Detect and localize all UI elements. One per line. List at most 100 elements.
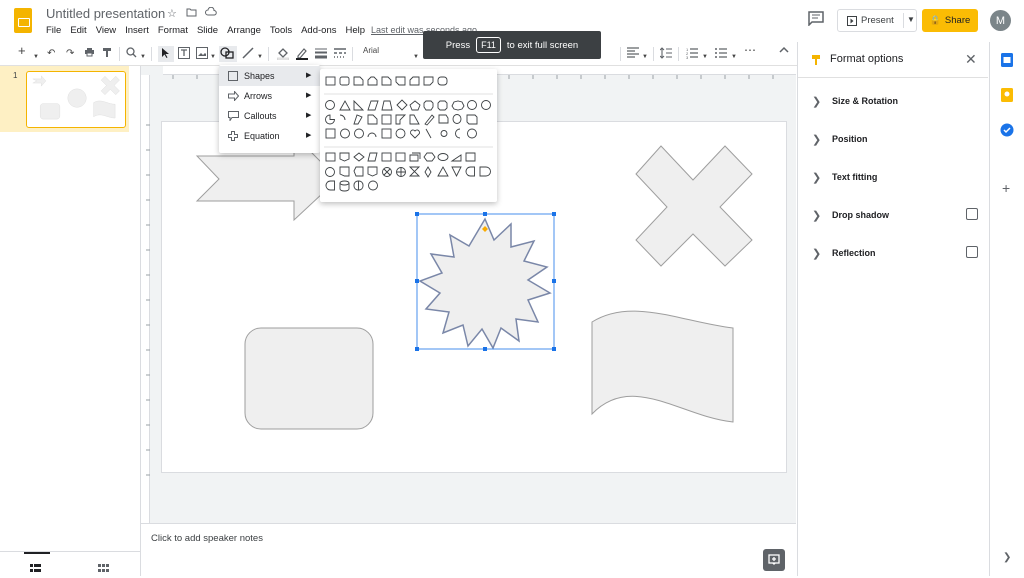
- section-drop-shadow[interactable]: ❯ Drop shadow: [798, 198, 988, 236]
- text-box-icon[interactable]: [178, 47, 190, 64]
- line-spacing-icon[interactable]: [659, 47, 672, 64]
- wave-shape[interactable]: [591, 310, 734, 423]
- menu-item-equation[interactable]: Equation ▶: [219, 126, 320, 146]
- present-button[interactable]: Present ▼: [837, 9, 917, 32]
- menu-view[interactable]: View: [96, 25, 116, 39]
- cloud-status-icon[interactable]: [205, 6, 217, 19]
- fill-color-icon[interactable]: [276, 47, 290, 65]
- new-slide-dropdown-icon[interactable]: ▼: [33, 50, 39, 64]
- slide-filmstrip: 1: [0, 66, 141, 576]
- flowchart-shapes-row-2[interactable]: [325, 166, 491, 178]
- explore-icon: [768, 554, 780, 565]
- share-button[interactable]: 🔒 Share: [922, 9, 978, 32]
- paint-format-icon[interactable]: [102, 47, 112, 63]
- speaker-notes-placeholder[interactable]: Click to add speaker notes: [151, 533, 263, 544]
- rounded-rectangle-shape[interactable]: [244, 327, 374, 430]
- comments-icon[interactable]: [808, 11, 826, 27]
- menu-edit[interactable]: Edit: [70, 25, 86, 39]
- border-color-icon[interactable]: [296, 47, 308, 65]
- border-dash-icon[interactable]: [334, 47, 346, 64]
- bulleted-list-dropdown-icon[interactable]: ▼: [731, 50, 737, 64]
- more-icon[interactable]: ⋯: [744, 43, 756, 57]
- basic-shapes-row-3[interactable]: [325, 128, 477, 139]
- menu-arrange[interactable]: Arrange: [227, 25, 261, 39]
- select-tool-icon[interactable]: [158, 46, 174, 62]
- flowchart-shapes-row-3[interactable]: [325, 180, 378, 192]
- collapse-toolbar-icon[interactable]: [779, 46, 789, 57]
- expand-panel-icon[interactable]: ❯: [1003, 552, 1011, 563]
- close-icon[interactable]: ✕: [965, 51, 977, 68]
- star-shape[interactable]: [418, 217, 552, 350]
- avatar[interactable]: M: [990, 10, 1011, 31]
- zoom-icon[interactable]: [126, 47, 137, 63]
- menu-item-callouts[interactable]: Callouts ▶: [219, 106, 320, 126]
- menu-slide[interactable]: Slide: [197, 25, 218, 39]
- menu-item-label: Equation: [244, 131, 280, 141]
- slides-logo-icon[interactable]: [14, 8, 32, 33]
- tasks-icon[interactable]: [1000, 123, 1014, 142]
- format-options-panel: Format options ✕ ❯ Size & Rotation ❯ Pos…: [797, 42, 988, 576]
- section-reflection[interactable]: ❯ Reflection: [798, 236, 988, 274]
- grid-view-icon[interactable]: [98, 560, 109, 578]
- section-text-fitting[interactable]: ❯ Text fitting: [798, 160, 988, 198]
- drop-shadow-checkbox[interactable]: [966, 208, 978, 220]
- menu-item-shapes[interactable]: Shapes ▶: [219, 66, 320, 86]
- keep-icon[interactable]: [1001, 88, 1013, 107]
- format-panel-title: Format options: [830, 53, 904, 65]
- vertical-ruler[interactable]: [141, 75, 150, 523]
- menu-item-label: Arrows: [244, 91, 273, 101]
- present-dropdown-icon[interactable]: ▼: [907, 15, 915, 24]
- plus-icon: [228, 131, 239, 141]
- align-dropdown-icon[interactable]: ▼: [642, 50, 648, 64]
- image-icon[interactable]: [196, 47, 208, 64]
- explore-button[interactable]: [763, 549, 785, 571]
- chevron-right-icon: ❯: [812, 96, 822, 108]
- rectangle-shapes-row[interactable]: [325, 76, 448, 86]
- menu-help[interactable]: Help: [345, 25, 365, 39]
- star-icon[interactable]: ☆: [167, 7, 177, 20]
- slide-thumbnail[interactable]: [26, 71, 126, 128]
- menu-insert[interactable]: Insert: [125, 25, 149, 39]
- image-dropdown-icon[interactable]: ▼: [210, 50, 216, 64]
- font-dropdown-icon[interactable]: ▼: [413, 50, 419, 64]
- menu-format[interactable]: Format: [158, 25, 188, 39]
- zoom-dropdown-icon[interactable]: ▼: [140, 50, 146, 64]
- align-icon[interactable]: [627, 47, 639, 63]
- numbered-list-icon[interactable]: 123: [686, 47, 698, 64]
- reflection-checkbox[interactable]: [966, 246, 978, 258]
- new-slide-icon[interactable]: +: [18, 44, 26, 58]
- menu-addons[interactable]: Add-ons: [301, 25, 336, 39]
- add-addon-icon[interactable]: +: [1002, 180, 1010, 196]
- shapes-submenu: [320, 69, 497, 202]
- format-panel-header: Format options ✕: [798, 42, 988, 78]
- sheets-icon[interactable]: [1001, 53, 1013, 72]
- shape-tool-icon[interactable]: [219, 46, 237, 62]
- menu-file[interactable]: File: [46, 25, 61, 39]
- undo-icon[interactable]: ↶: [47, 47, 55, 61]
- arrow-icon: [228, 90, 240, 102]
- cross-shape[interactable]: [635, 145, 753, 267]
- basic-shapes-row-2[interactable]: [325, 114, 478, 126]
- line-dropdown-icon[interactable]: ▼: [257, 50, 263, 64]
- section-label: Position: [832, 134, 868, 144]
- section-position[interactable]: ❯ Position: [798, 122, 988, 160]
- chevron-right-icon: ❯: [812, 210, 822, 222]
- section-label: Reflection: [832, 248, 876, 258]
- basic-shapes-row-1[interactable]: [325, 99, 491, 111]
- redo-icon[interactable]: ↷: [66, 47, 74, 61]
- section-size-rotation[interactable]: ❯ Size & Rotation: [798, 84, 988, 122]
- document-title[interactable]: Untitled presentation: [46, 6, 165, 21]
- menu-tools[interactable]: Tools: [270, 25, 292, 39]
- numbered-list-dropdown-icon[interactable]: ▼: [702, 50, 708, 64]
- bulleted-list-icon[interactable]: [715, 47, 727, 64]
- print-icon[interactable]: [84, 47, 95, 62]
- filmstrip-view-icon[interactable]: [30, 560, 41, 578]
- menu-item-arrows[interactable]: Arrows ▶: [219, 86, 320, 106]
- flowchart-shapes-row-1[interactable]: [325, 152, 476, 162]
- slide-thumbnail-selected[interactable]: 1: [0, 66, 129, 132]
- chevron-right-icon: ❯: [812, 134, 822, 146]
- speaker-notes[interactable]: Click to add speaker notes: [141, 523, 796, 576]
- move-folder-icon[interactable]: [186, 7, 197, 20]
- border-weight-icon[interactable]: [315, 47, 327, 64]
- line-tool-icon[interactable]: [242, 47, 254, 64]
